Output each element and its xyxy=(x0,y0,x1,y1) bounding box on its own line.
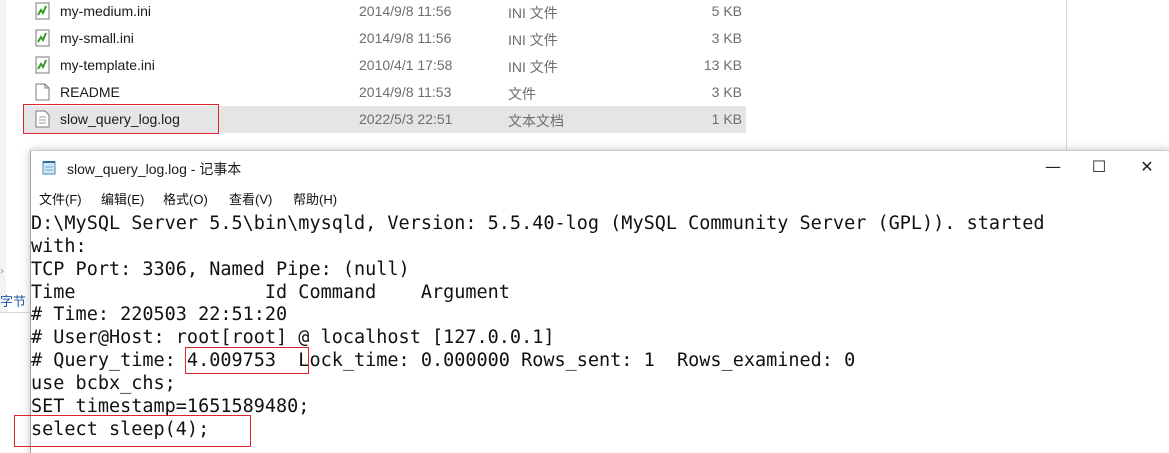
log-line: use bcbx_chs; xyxy=(31,373,176,394)
menu-file[interactable]: 文件(F) xyxy=(39,189,82,208)
menu-view[interactable]: 查看(V) xyxy=(229,189,272,208)
file-date: 2010/4/1 17:58 xyxy=(359,57,453,73)
file-size: 1 KB xyxy=(711,111,742,127)
title-bar[interactable]: slow_query_log.log - 记事本 — ☐ ✕ xyxy=(31,151,1169,185)
file-date: 2014/9/8 11:53 xyxy=(359,84,452,100)
menu-help[interactable]: 帮助(H) xyxy=(293,189,337,208)
ini-file-icon xyxy=(35,29,50,47)
maximize-button[interactable]: ☐ xyxy=(1076,151,1122,183)
notepad-window: slow_query_log.log - 记事本 — ☐ ✕ 文件(F) 编辑(… xyxy=(30,150,1169,453)
menu-bar: 文件(F) 编辑(E) 格式(O) 查看(V) 帮助(H) xyxy=(31,185,1169,207)
file-type: INI 文件 xyxy=(508,59,558,75)
sql-highlight-box xyxy=(14,415,251,447)
ini-file-icon xyxy=(35,56,50,74)
log-line: with: xyxy=(31,236,87,257)
window-title: slow_query_log.log - 记事本 xyxy=(67,161,242,177)
log-line: D:\MySQL Server 5.5\bin\mysqld, Version:… xyxy=(31,213,1045,234)
file-size: 3 KB xyxy=(711,30,742,46)
file-row-readme[interactable]: README 2014/9/8 11:53 文件 3 KB xyxy=(24,79,746,106)
file-size: 3 KB xyxy=(711,84,742,100)
file-type: INI 文件 xyxy=(508,32,558,48)
file-row-my-template[interactable]: my-template.ini 2010/4/1 17:58 INI 文件 13… xyxy=(24,52,746,79)
file-name: my-template.ini xyxy=(60,57,155,73)
chevron-right-icon: › xyxy=(0,266,4,277)
menu-format[interactable]: 格式(O) xyxy=(163,189,208,208)
log-line: TCP Port: 3306, Named Pipe: (null) xyxy=(31,259,410,280)
log-line: # User@Host: root[root] @ localhost [127… xyxy=(31,327,555,348)
file-date: 2014/9/8 11:56 xyxy=(359,3,452,19)
close-button[interactable]: ✕ xyxy=(1124,151,1169,183)
file-icon xyxy=(35,83,50,101)
log-line: Time Id Command Argument xyxy=(31,282,510,303)
minimize-button[interactable]: — xyxy=(1030,151,1076,183)
status-size-label: 字节 xyxy=(0,294,27,309)
file-name: my-small.ini xyxy=(60,30,134,46)
file-date: 2022/5/3 22:51 xyxy=(359,111,453,127)
file-row-my-medium[interactable]: my-medium.ini 2014/9/8 11:56 INI 文件 5 KB xyxy=(24,0,746,25)
ini-file-icon xyxy=(35,2,50,20)
file-type: 文本文档 xyxy=(508,113,564,129)
file-size: 5 KB xyxy=(711,3,742,19)
file-name: my-medium.ini xyxy=(60,3,152,19)
file-row-my-small[interactable]: my-small.ini 2014/9/8 11:56 INI 文件 3 KB xyxy=(24,25,746,52)
log-line: # Time: 220503 22:51:20 xyxy=(31,304,288,325)
file-date: 2014/9/8 11:56 xyxy=(359,30,452,46)
file-highlight-box xyxy=(23,104,219,134)
file-type: INI 文件 xyxy=(508,5,558,21)
log-line-query-time: # Query_time: 4.009753 Lock_time: 0.0000… xyxy=(31,350,856,371)
query-time-highlight-box xyxy=(185,347,309,374)
file-size: 13 KB xyxy=(703,57,742,73)
file-name: README xyxy=(60,84,120,100)
menu-edit[interactable]: 编辑(E) xyxy=(101,189,144,208)
notepad-icon xyxy=(42,161,56,175)
file-type: 文件 xyxy=(508,86,536,102)
